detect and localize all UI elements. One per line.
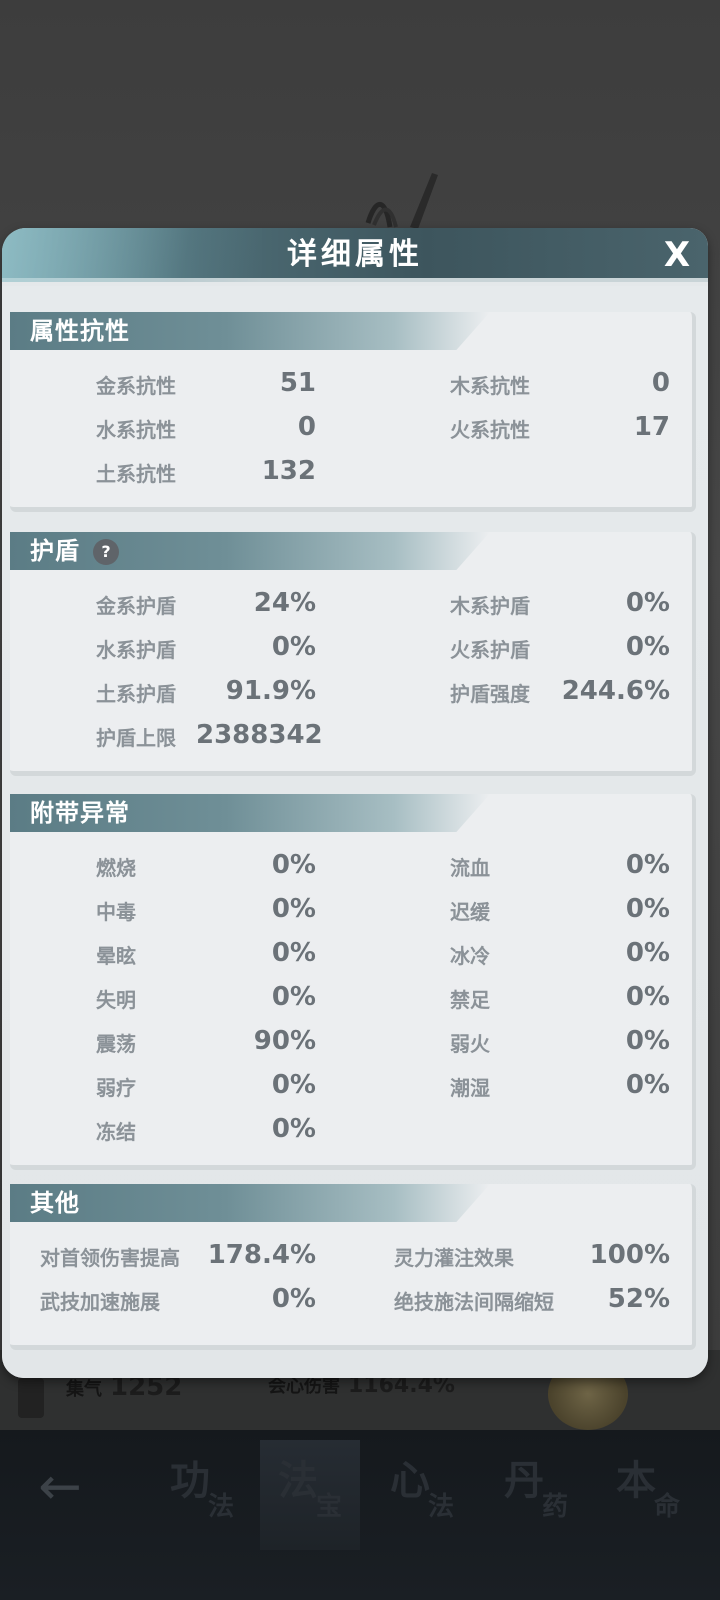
stat-label: 灵力灌注效果 xyxy=(394,1246,514,1270)
stat-label: 弱火 xyxy=(450,1032,490,1056)
tab-small-label: 命 xyxy=(654,1492,681,1522)
stat-label: 木系护盾 xyxy=(450,594,530,618)
stat-label: 水系护盾 xyxy=(96,638,176,662)
stat-label: 土系抗性 xyxy=(96,462,176,486)
stat-value: 0% xyxy=(271,1284,316,1314)
stat-value: 0% xyxy=(271,894,316,924)
back-arrow-icon[interactable]: ← xyxy=(30,1461,90,1513)
stat-value: 0% xyxy=(625,982,670,1012)
stat-label: 金系护盾 xyxy=(96,594,176,618)
tab-xinfa[interactable]: 心 法 xyxy=(372,1440,472,1550)
section-title: 附带异常 xyxy=(30,799,130,827)
stat-label: 绝技施法间隔缩短 xyxy=(394,1290,554,1314)
stat-label: 火系抗性 xyxy=(450,418,530,442)
stat-value: 0% xyxy=(271,632,316,662)
stat-value: 0% xyxy=(625,1026,670,1056)
stat-value: 0% xyxy=(271,1114,316,1144)
stat-label: 失明 xyxy=(96,988,136,1012)
stat-label: 火系护盾 xyxy=(450,638,530,662)
section-title: 其他 xyxy=(30,1189,80,1217)
stat-label: 冰冷 xyxy=(450,944,490,968)
stat-label: 燃烧 xyxy=(96,856,136,880)
background-stat-label: 集气 xyxy=(66,1379,102,1400)
section-shield: 护盾 ? 金系护盾 24% 木系护盾 0% 水系护盾 0% 火系护盾 0% 土系… xyxy=(10,532,696,776)
stat-label: 护盾强度 xyxy=(450,682,530,706)
stat-label: 木系抗性 xyxy=(450,374,530,398)
stat-label: 流血 xyxy=(450,856,490,880)
tab-big-label: 功 xyxy=(170,1458,210,1504)
tab-danyao[interactable]: 丹 药 xyxy=(486,1440,586,1550)
tab-benming[interactable]: 本 命 xyxy=(598,1440,698,1550)
stat-value: 24% xyxy=(253,588,316,618)
detail-attributes-modal: 详细属性 X 属性抗性 金系抗性 51 木系抗性 0 水系抗性 0 火系抗性 1… xyxy=(2,228,708,1378)
stat-label: 迟缓 xyxy=(450,900,490,924)
stat-value: 0% xyxy=(625,632,670,662)
section-status: 附带异常 燃烧 0% 流血 0% 中毒 0% 迟缓 0% 晕眩 0% 冰冷 0%… xyxy=(10,794,696,1170)
stat-value: 0% xyxy=(271,938,316,968)
stat-label: 潮湿 xyxy=(450,1076,490,1100)
tab-gongfa[interactable]: 功 法 xyxy=(152,1440,252,1550)
stat-value: 2388342 xyxy=(196,720,323,750)
stat-label: 水系抗性 xyxy=(96,418,176,442)
stat-value: 17 xyxy=(633,412,670,442)
stat-label: 土系护盾 xyxy=(96,682,176,706)
stat-value: 52% xyxy=(607,1284,670,1314)
stat-value: 244.6% xyxy=(561,676,670,706)
close-button[interactable]: X xyxy=(656,234,698,276)
tab-big-label: 本 xyxy=(616,1458,656,1504)
stat-value: 0% xyxy=(271,1070,316,1100)
section-other: 其他 对首领伤害提高 178.4% 灵力灌注效果 100% 武技加速施展 0% … xyxy=(10,1184,696,1350)
stat-value: 0% xyxy=(271,850,316,880)
stat-value: 132 xyxy=(261,456,316,486)
stat-label: 冻结 xyxy=(96,1120,136,1144)
stat-value: 178.4% xyxy=(207,1240,316,1270)
modal-header: 详细属性 X xyxy=(2,228,708,282)
stat-value: 0% xyxy=(625,894,670,924)
section-resist: 属性抗性 金系抗性 51 木系抗性 0 水系抗性 0 火系抗性 17 土系抗性 … xyxy=(10,312,696,512)
help-icon[interactable]: ? xyxy=(93,539,119,565)
stat-value: 0% xyxy=(625,938,670,968)
stat-value: 0 xyxy=(297,412,316,442)
stat-value: 0 xyxy=(651,368,670,398)
stat-label: 护盾上限 xyxy=(96,726,176,750)
section-title: 护盾 xyxy=(30,537,80,565)
stat-value: 0% xyxy=(625,850,670,880)
stat-value: 51 xyxy=(279,368,316,398)
stat-label: 金系抗性 xyxy=(96,374,176,398)
stat-value: 0% xyxy=(625,1070,670,1100)
tab-small-label: 宝 xyxy=(316,1492,343,1522)
stat-label: 禁足 xyxy=(450,988,490,1012)
section-header xyxy=(10,532,490,570)
stat-label: 晕眩 xyxy=(96,944,136,968)
stat-label: 武技加速施展 xyxy=(40,1290,160,1314)
stat-value: 90% xyxy=(253,1026,316,1056)
tab-big-label: 法 xyxy=(278,1458,318,1504)
tab-small-label: 法 xyxy=(208,1492,235,1522)
stat-label: 震荡 xyxy=(96,1032,136,1056)
stat-label: 对首领伤害提高 xyxy=(40,1246,180,1270)
stat-value: 0% xyxy=(625,588,670,618)
stat-value: 0% xyxy=(271,982,316,1012)
stat-value: 91.9% xyxy=(225,676,316,706)
tab-big-label: 心 xyxy=(390,1458,430,1504)
stat-label: 中毒 xyxy=(96,900,136,924)
tab-small-label: 药 xyxy=(542,1492,569,1522)
tab-fabao[interactable]: 法 宝 xyxy=(260,1440,360,1550)
stat-value: 100% xyxy=(589,1240,670,1270)
modal-body: 属性抗性 金系抗性 51 木系抗性 0 水系抗性 0 火系抗性 17 土系抗性 … xyxy=(2,286,708,1378)
tab-big-label: 丹 xyxy=(504,1458,544,1504)
modal-title: 详细属性 xyxy=(287,237,423,272)
tab-small-label: 法 xyxy=(428,1492,455,1522)
section-title: 属性抗性 xyxy=(30,317,130,345)
stat-label: 弱疗 xyxy=(96,1076,136,1100)
background-help-icon xyxy=(18,1378,44,1418)
section-header xyxy=(10,1184,490,1222)
